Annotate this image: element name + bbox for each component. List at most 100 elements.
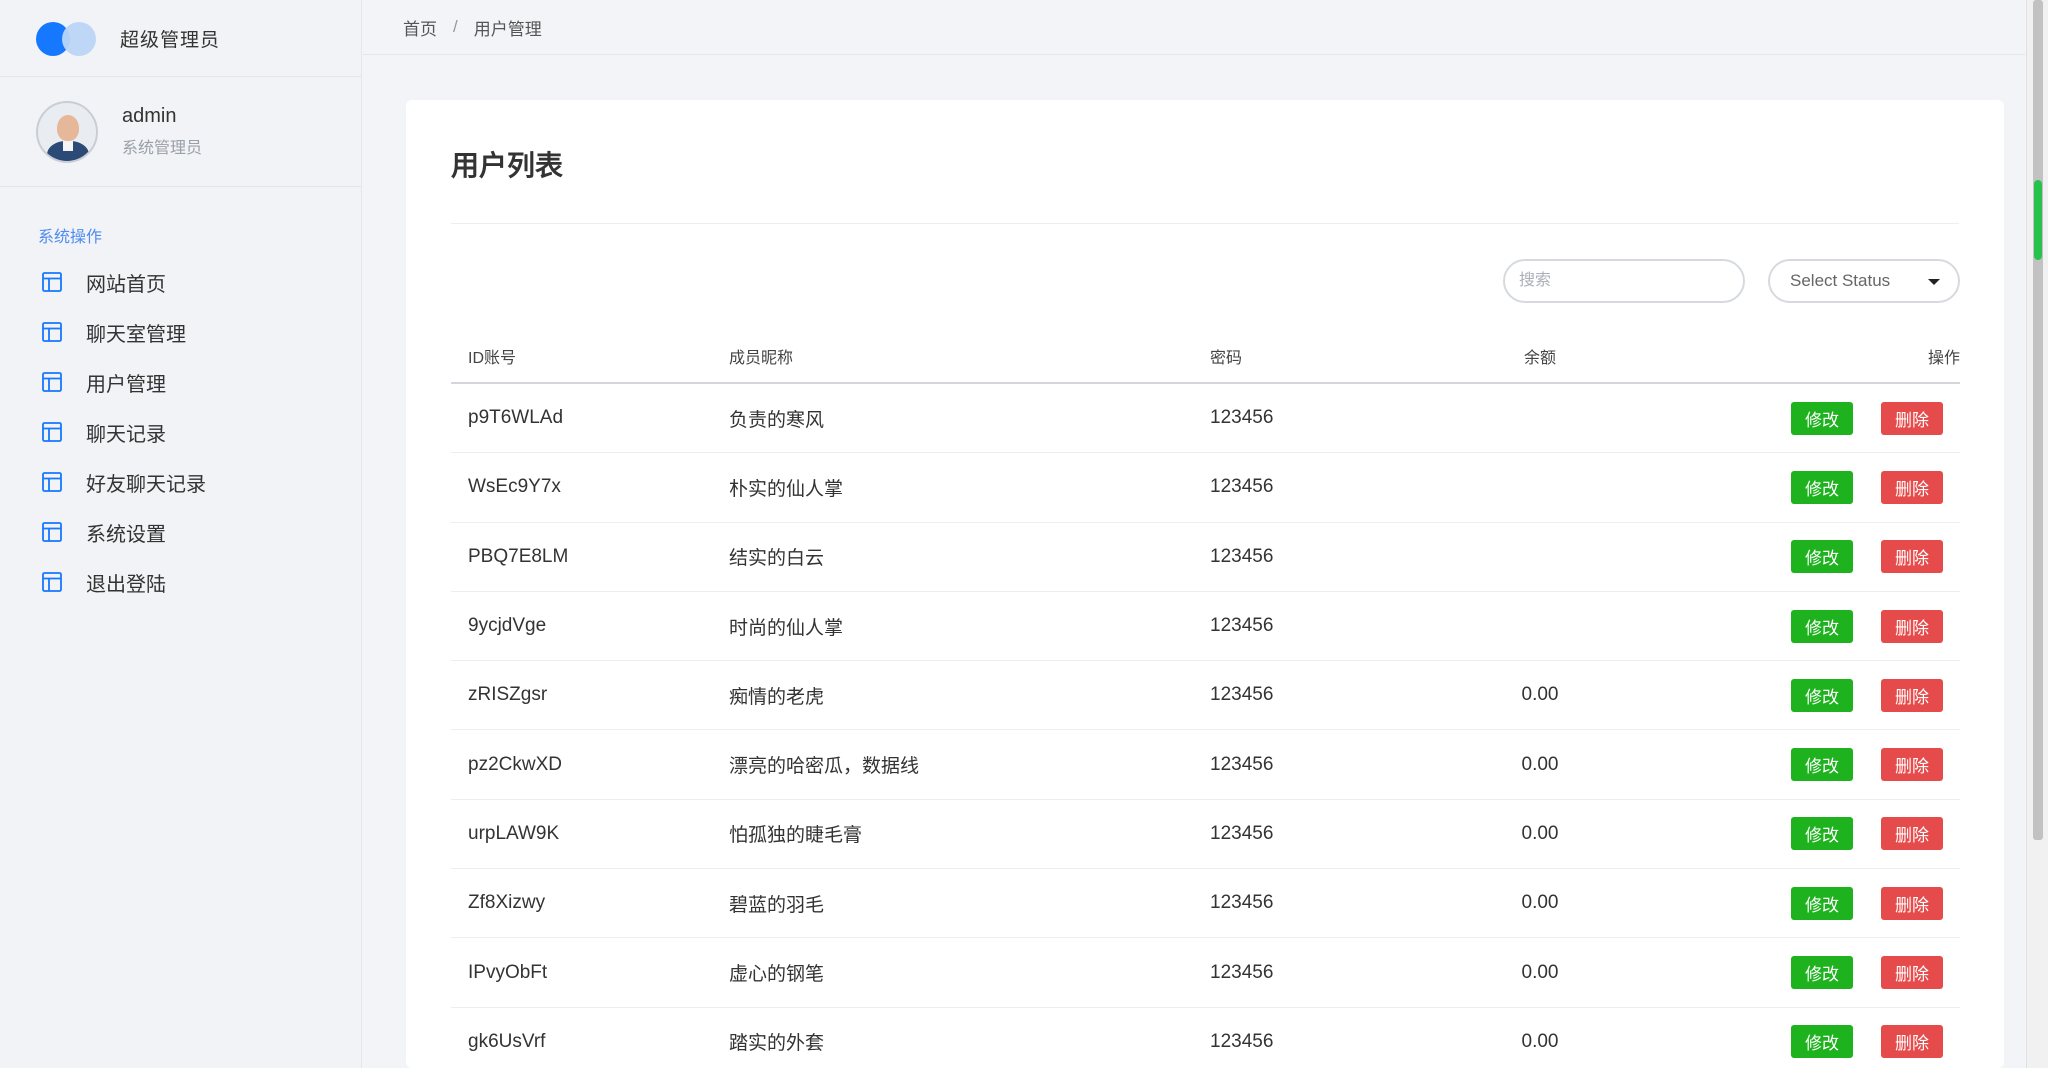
sidebar-item-5[interactable]: 好友聊天记录 (0, 457, 361, 507)
logo-icon (36, 20, 100, 56)
cell-id: 9ycjdVge (468, 615, 547, 637)
cell-id: p9T6WLAd (468, 407, 564, 429)
cell-password: 123456 (1210, 1030, 1274, 1052)
edit-button[interactable]: 修改 (1791, 1025, 1853, 1059)
cell-id: pz2CkwXD (468, 753, 562, 775)
cell-id: zRISZgsr (468, 684, 548, 706)
delete-button[interactable]: 删除 (1881, 401, 1943, 435)
cell-nickname: 结实的白云 (729, 548, 825, 570)
cell-actions: 修改 删除 (1620, 540, 1960, 574)
table-row: 9ycjdVge 时尚的仙人掌 123456 修改 删除 (451, 592, 1960, 662)
breadcrumb-home[interactable]: 首页 (403, 15, 437, 40)
cell-nickname: 踏实的外套 (729, 1033, 825, 1055)
cell-password: 123456 (1210, 961, 1274, 983)
table-row: gk6UsVrf 踏实的外套 123456 0.00 修改 删除 (451, 1008, 1960, 1068)
cell-actions: 修改 删除 (1620, 609, 1960, 643)
layout-icon (42, 572, 62, 592)
delete-button[interactable]: 删除 (1881, 886, 1943, 920)
cell-balance: 0.00 (1521, 684, 1559, 706)
caret-down-icon (1928, 279, 1940, 285)
scrollbar-thumb[interactable] (2033, 0, 2043, 840)
cell-id: PBQ7E8LM (468, 545, 569, 567)
cell-id: IPvyObFt (468, 961, 548, 983)
layout-icon (42, 272, 62, 292)
delete-button[interactable]: 删除 (1881, 470, 1943, 504)
edit-button[interactable]: 修改 (1791, 540, 1853, 574)
table-row: urpLAW9K 怕孤独的睫毛膏 123456 0.00 修改 删除 (451, 800, 1960, 870)
cell-actions: 修改 删除 (1620, 886, 1960, 920)
edit-button[interactable]: 修改 (1791, 956, 1853, 990)
edit-button[interactable]: 修改 (1791, 886, 1853, 920)
table-row: IPvyObFt 虚心的钢笔 123456 0.00 修改 删除 (451, 938, 1960, 1008)
cell-nickname: 碧蓝的羽毛 (729, 894, 825, 916)
sidebar-item-1[interactable]: 网站首页 (0, 257, 361, 307)
delete-button[interactable]: 删除 (1881, 1025, 1943, 1059)
table-row: Zf8Xizwy 碧蓝的羽毛 123456 0.00 修改 删除 (451, 869, 1960, 939)
cell-actions: 修改 删除 (1620, 1025, 1960, 1059)
user-list-card: 用户列表 Select Status ID账号 成员昵称 密码 余额 操作 p9… (406, 100, 2004, 1068)
edit-button[interactable]: 修改 (1791, 748, 1853, 782)
edit-button[interactable]: 修改 (1791, 678, 1853, 712)
edit-button[interactable]: 修改 (1791, 470, 1853, 504)
cell-nickname: 朴实的仙人掌 (729, 478, 844, 500)
table-row: WsEc9Y7x 朴实的仙人掌 123456 修改 删除 (451, 453, 1960, 523)
cell-balance: 0.00 (1521, 892, 1559, 914)
sidebar-item-7[interactable]: 退出登陆 (0, 557, 361, 607)
table-row: zRISZgsr 痴情的老虎 123456 0.00 修改 删除 (451, 661, 1960, 731)
status-select[interactable]: Select Status (1768, 259, 1960, 303)
sidebar-item-2[interactable]: 聊天室管理 (0, 307, 361, 357)
cell-password: 123456 (1210, 684, 1274, 706)
layout-icon (42, 322, 62, 342)
breadcrumb: 首页 / 用户管理 (363, 0, 2025, 55)
layout-icon (42, 522, 62, 542)
delete-button[interactable]: 删除 (1881, 748, 1943, 782)
delete-button[interactable]: 删除 (1881, 609, 1943, 643)
divider (451, 223, 1959, 224)
column-header-balance: 余额 (1523, 350, 1556, 367)
sidebar-item-label: 网站首页 (86, 273, 166, 296)
sidebar-item-label: 系统设置 (86, 523, 166, 546)
cell-nickname: 虚心的钢笔 (729, 964, 825, 986)
delete-button[interactable]: 删除 (1881, 678, 1943, 712)
breadcrumb-separator: / (453, 17, 458, 36)
cell-password: 123456 (1210, 545, 1274, 567)
page-scrollbar[interactable] (2026, 0, 2048, 1068)
edit-button[interactable]: 修改 (1791, 609, 1853, 643)
breadcrumb-current: 用户管理 (473, 19, 542, 39)
layout-icon (42, 372, 62, 392)
layout-icon (42, 422, 62, 442)
cell-password: 123456 (1210, 822, 1274, 844)
table-row: PBQ7E8LM 结实的白云 123456 修改 删除 (451, 523, 1960, 592)
sidebar-item-label: 聊天记录 (86, 423, 166, 446)
cell-actions: 修改 删除 (1620, 678, 1960, 712)
table-header: ID账号 成员昵称 密码 余额 操作 (451, 330, 1960, 384)
sidebar: 超级管理员 admin 系统管理员 系统操作 网站首页 聊天室管理 用户管理 聊天记录… (0, 0, 362, 1068)
sidebar-item-label: 聊天室管理 (86, 323, 186, 346)
cell-actions: 修改 删除 (1620, 748, 1960, 782)
brand-title: 超级管理员 (120, 29, 221, 51)
table-row: p9T6WLAd 负责的寒风 123456 修改 删除 (451, 384, 1960, 454)
column-header-actions: 操作 (1927, 350, 1960, 367)
cell-id: WsEc9Y7x (468, 476, 561, 498)
cell-password: 123456 (1210, 892, 1274, 914)
cell-balance: 0.00 (1521, 822, 1559, 844)
cell-actions: 修改 删除 (1620, 956, 1960, 990)
edit-button[interactable]: 修改 (1791, 401, 1853, 435)
nav-heading: 系统操作 (38, 229, 103, 246)
sidebar-item-6[interactable]: 系统设置 (0, 507, 361, 557)
cell-id: gk6UsVrf (468, 1030, 546, 1052)
search-input[interactable] (1503, 259, 1745, 303)
edit-button[interactable]: 修改 (1791, 817, 1853, 851)
cell-nickname: 时尚的仙人掌 (729, 617, 844, 639)
layout-icon (42, 472, 62, 492)
delete-button[interactable]: 删除 (1881, 817, 1943, 851)
delete-button[interactable]: 删除 (1881, 956, 1943, 990)
table-body: p9T6WLAd 负责的寒风 123456 修改 删除 WsEc9Y7x 朴实的仙人掌 123… (451, 384, 1960, 1068)
avatar[interactable] (36, 100, 98, 163)
delete-button[interactable]: 删除 (1881, 540, 1943, 574)
column-header-password: 密码 (1210, 350, 1243, 367)
cell-id: urpLAW9K (468, 822, 560, 844)
sidebar-item-3[interactable]: 用户管理 (0, 357, 361, 407)
sidebar-item-4[interactable]: 聊天记录 (0, 407, 361, 457)
cell-nickname: 怕孤独的睫毛膏 (729, 825, 863, 847)
